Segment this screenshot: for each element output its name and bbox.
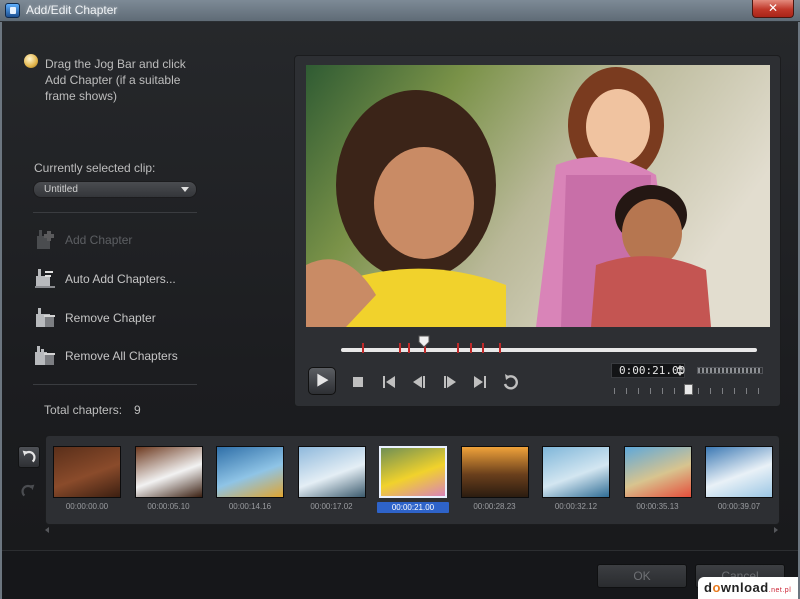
remove-chapter-label: Remove Chapter <box>65 311 156 325</box>
undo-button[interactable] <box>18 446 40 468</box>
app-icon <box>5 3 20 18</box>
divider <box>33 384 197 385</box>
go-to-start-button[interactable] <box>377 370 401 394</box>
remove-chapter-icon <box>36 308 55 327</box>
window-title: Add/Edit Chapter <box>26 3 118 17</box>
chapter-thumbnail[interactable] <box>53 446 121 498</box>
next-frame-button[interactable] <box>438 370 462 394</box>
chapter-thumbnail[interactable] <box>297 446 366 498</box>
go-to-end-button[interactable] <box>468 370 492 394</box>
timecode-field[interactable]: 0:00:21.00 <box>611 363 685 378</box>
redo-icon <box>21 484 35 497</box>
clip-dropdown-value: Untitled <box>44 184 78 195</box>
undo-icon <box>22 450 36 463</box>
remove-chapter-button[interactable]: Remove Chapter <box>33 305 203 331</box>
add-chapter-button[interactable]: Add Chapter <box>33 227 203 253</box>
clip-dropdown[interactable]: Untitled <box>33 181 197 198</box>
play-button[interactable] <box>308 367 336 395</box>
chapter-marker[interactable] <box>457 343 460 353</box>
chapter-time-label: 00:00:05.10 <box>147 502 190 511</box>
timecode-spinner[interactable] <box>676 364 684 377</box>
play-icon <box>317 373 329 387</box>
chapter-thumbnail[interactable] <box>705 446 773 498</box>
chapter-thumbnail[interactable] <box>134 446 203 498</box>
chapter-marker[interactable] <box>499 343 502 353</box>
chapter-time-label: 00:00:14.16 <box>228 502 272 511</box>
total-chapters-label: Total chapters: <box>44 403 123 417</box>
chapter-thumbnail[interactable] <box>216 446 284 498</box>
remove-all-chapters-button[interactable]: Remove All Chapters <box>33 343 203 369</box>
hint-text: Drag the Jog Bar and click Add Chapter (… <box>45 57 186 103</box>
chapter-time-label: 00:00:28.23 <box>473 502 516 511</box>
chapter-thumbnail[interactable] <box>379 446 447 498</box>
chevron-down-icon <box>181 187 189 192</box>
watermark-logo: download.net.pl <box>698 577 798 599</box>
redo-button[interactable] <box>18 481 40 503</box>
chapter-time-label: 00:00:21.00 <box>377 502 449 513</box>
filmstrip-scroll-left[interactable] <box>45 527 49 533</box>
filmstrip-scroll-right[interactable] <box>774 527 778 533</box>
auto-add-chapters-icon <box>35 269 55 288</box>
chapter-marker[interactable] <box>407 343 410 353</box>
jog-thumb[interactable] <box>418 335 430 347</box>
chapter-marker[interactable] <box>399 343 402 353</box>
video-frame-image <box>306 65 770 327</box>
chapter-time-label: 00:00:17.02 <box>310 502 353 511</box>
close-button[interactable]: ✕ <box>752 0 794 18</box>
jog-bar[interactable] <box>341 348 757 352</box>
previous-frame-button[interactable] <box>407 370 431 394</box>
ok-button[interactable]: OK <box>597 564 687 588</box>
video-preview <box>306 65 770 327</box>
chapter-thumbnail[interactable] <box>460 446 529 498</box>
add-chapter-icon <box>37 230 54 249</box>
chapter-time-label: 00:00:35.13 <box>636 502 679 511</box>
auto-add-chapters-button[interactable]: Auto Add Chapters... <box>33 266 203 292</box>
auto-add-chapters-label: Auto Add Chapters... <box>65 272 176 286</box>
chapter-marker[interactable] <box>361 343 364 353</box>
clip-label: Currently selected clip: <box>34 161 156 175</box>
add-chapter-label: Add Chapter <box>65 233 133 247</box>
stop-button[interactable] <box>346 370 370 394</box>
divider <box>33 212 197 213</box>
chapter-time-label: 00:00:00.00 <box>65 502 109 511</box>
lightbulb-icon <box>24 54 38 68</box>
chapter-marker[interactable] <box>469 343 472 353</box>
repeat-button[interactable] <box>499 370 523 394</box>
volume-slider[interactable] <box>697 367 763 374</box>
chapter-thumbnail[interactable] <box>623 446 692 498</box>
shuttle-thumb[interactable] <box>684 384 693 395</box>
title-bar[interactable]: Add/Edit Chapter ✕ <box>0 0 800 22</box>
remove-all-chapters-icon <box>35 346 55 365</box>
chapter-time-label: 00:00:32.12 <box>554 502 598 511</box>
chapter-marker[interactable] <box>482 343 485 353</box>
chapter-time-label: 00:00:39.07 <box>717 502 761 511</box>
total-chapters-value: 9 <box>134 403 141 417</box>
remove-all-chapters-label: Remove All Chapters <box>65 349 178 363</box>
chapter-thumbnail[interactable] <box>542 446 610 498</box>
